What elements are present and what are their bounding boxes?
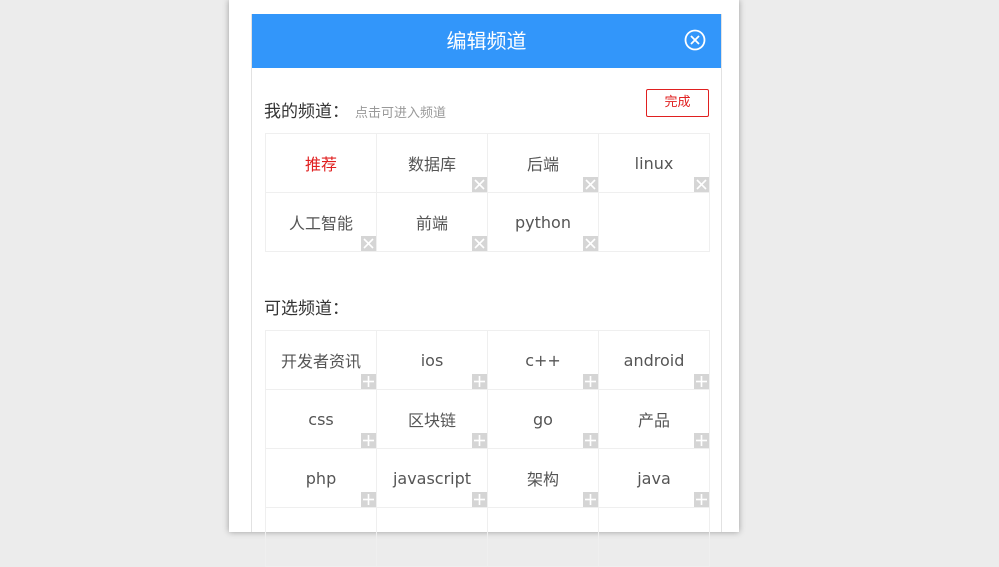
my-channel-item-label: python [515, 212, 571, 232]
close-circle-icon [684, 29, 706, 51]
available-channel-item-label: ios [420, 350, 444, 370]
available-channel-item-label: 开发者资讯 [280, 352, 361, 371]
my-channels-header: 我的频道： 点击可进入频道 [264, 97, 446, 122]
add-plus-icon [474, 494, 485, 505]
remove-channel-button[interactable] [694, 177, 709, 192]
add-channel-button[interactable] [583, 492, 598, 507]
my-channel-item-label: 推荐 [304, 155, 337, 174]
my-channels-title: 我的频道： [264, 102, 349, 122]
add-channel-button[interactable] [583, 374, 598, 389]
remove-channel-button[interactable] [472, 177, 487, 192]
add-plus-icon [696, 435, 707, 446]
my-channel-item[interactable]: 推荐 [266, 134, 377, 193]
remove-channel-button[interactable] [361, 236, 376, 251]
available-channel-empty-cell [377, 508, 488, 567]
remove-x-icon [474, 238, 485, 249]
add-plus-icon [474, 435, 485, 446]
done-button[interactable]: 完成 [646, 89, 709, 117]
available-channel-empty-cell [488, 508, 599, 567]
add-plus-icon [696, 376, 707, 387]
my-channels-hint: 点击可进入频道 [355, 106, 447, 121]
available-channel-item[interactable]: android [599, 331, 710, 390]
available-channel-item[interactable]: css [266, 390, 377, 449]
available-channel-item-label: 区块链 [407, 411, 456, 430]
edit-channels-modal: 编辑频道 我的频道： 点击可进入频道 完成 推荐 数据库 后端 linux 人工智能 前端 p… [251, 14, 722, 567]
available-channel-item-label: css [308, 409, 334, 429]
my-channel-item-label: 数据库 [407, 155, 456, 174]
available-channel-item-label: 产品 [637, 411, 670, 430]
add-plus-icon [585, 376, 596, 387]
add-plus-icon [585, 494, 596, 505]
available-channel-item-label: 架构 [526, 470, 559, 489]
available-channel-item[interactable]: 架构 [488, 449, 599, 508]
my-channel-item[interactable]: 数据库 [377, 134, 488, 193]
add-plus-icon [363, 376, 374, 387]
available-channel-item[interactable]: c++ [488, 331, 599, 390]
available-channel-item-label: android [623, 350, 685, 370]
close-button[interactable] [684, 29, 706, 51]
remove-channel-button[interactable] [583, 177, 598, 192]
add-channel-button[interactable] [694, 492, 709, 507]
available-channel-item-label: go [533, 409, 553, 429]
my-channels-grid: 推荐 数据库 后端 linux 人工智能 前端 python [265, 133, 710, 252]
available-channel-item-label: javascript [392, 468, 472, 488]
my-channel-item-label: 后端 [526, 155, 559, 174]
available-channel-item-label: php [305, 468, 337, 488]
add-channel-button[interactable] [472, 492, 487, 507]
add-channel-button[interactable] [361, 433, 376, 448]
available-channel-item[interactable]: 开发者资讯 [266, 331, 377, 390]
available-channels-grid: 开发者资讯 ios c++ android css 区块链 go 产品 php javascrip… [265, 330, 710, 567]
add-plus-icon [363, 435, 374, 446]
add-channel-button[interactable] [472, 374, 487, 389]
phone-frame: 编辑频道 我的频道： 点击可进入频道 完成 推荐 数据库 后端 linux 人工智能 前端 p… [229, 0, 739, 567]
remove-channel-button[interactable] [472, 236, 487, 251]
add-channel-button[interactable] [361, 492, 376, 507]
available-channel-item[interactable]: 区块链 [377, 390, 488, 449]
remove-x-icon [585, 238, 596, 249]
my-channel-empty-cell [599, 193, 710, 252]
my-channel-item-label: 前端 [415, 214, 448, 233]
available-channel-empty-cell [266, 508, 377, 567]
available-channel-item[interactable]: 产品 [599, 390, 710, 449]
available-channel-item[interactable]: java [599, 449, 710, 508]
available-channel-empty-cell [599, 508, 710, 567]
remove-x-icon [363, 238, 374, 249]
available-channel-item-label: java [637, 468, 671, 488]
my-channel-item-label: linux [634, 153, 674, 173]
available-channel-item[interactable]: ios [377, 331, 488, 390]
remove-x-icon [696, 179, 707, 190]
my-channel-item[interactable]: 前端 [377, 193, 488, 252]
add-plus-icon [474, 376, 485, 387]
available-channel-item[interactable]: javascript [377, 449, 488, 508]
add-channel-button[interactable] [694, 433, 709, 448]
available-channel-item[interactable]: php [266, 449, 377, 508]
remove-x-icon [585, 179, 596, 190]
remove-x-icon [474, 179, 485, 190]
my-channel-item[interactable]: 人工智能 [266, 193, 377, 252]
modal-header: 编辑频道 [252, 14, 721, 68]
my-channel-item-label: 人工智能 [288, 214, 353, 233]
my-channel-item[interactable]: 后端 [488, 134, 599, 193]
add-channel-button[interactable] [361, 374, 376, 389]
available-channel-item-label: c++ [525, 350, 561, 370]
available-channels-title: 可选频道： [264, 299, 349, 319]
add-channel-button[interactable] [472, 433, 487, 448]
add-channel-button[interactable] [583, 433, 598, 448]
my-channel-item[interactable]: linux [599, 134, 710, 193]
add-plus-icon [363, 494, 374, 505]
available-channel-item[interactable]: go [488, 390, 599, 449]
add-plus-icon [696, 494, 707, 505]
add-channel-button[interactable] [694, 374, 709, 389]
remove-channel-button[interactable] [583, 236, 598, 251]
my-channel-item[interactable]: python [488, 193, 599, 252]
add-plus-icon [585, 435, 596, 446]
modal-title: 编辑频道 [446, 29, 527, 53]
